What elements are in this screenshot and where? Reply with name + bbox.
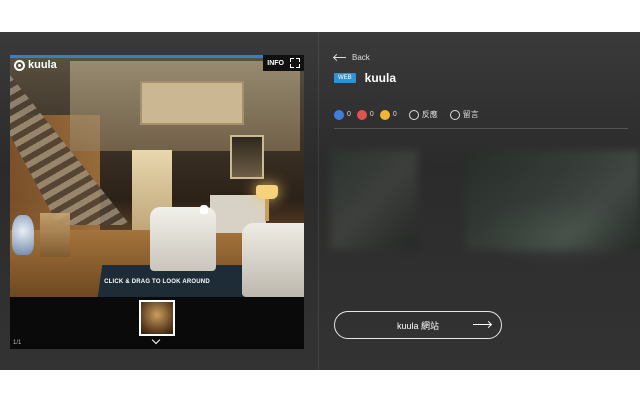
like-reaction[interactable]: 0 xyxy=(334,109,351,120)
divider xyxy=(318,32,319,370)
info-button[interactable]: INFO xyxy=(267,60,284,67)
page-title: kuula xyxy=(364,71,397,85)
background-thumbnail xyxy=(330,150,418,250)
background-thumbnail xyxy=(465,150,640,250)
back-label: Back xyxy=(352,53,370,62)
smile-emoji-icon xyxy=(379,109,390,120)
smiley-icon xyxy=(408,109,419,120)
comment-label: 留言 xyxy=(462,110,479,119)
title-row: WEB kuula xyxy=(334,71,396,85)
thumbs-up-icon xyxy=(334,109,344,120)
logo-text: kuula xyxy=(28,59,57,71)
panorama-viewer[interactable]: CLICK & DRAG TO LOOK AROUND kuula INFO 1… xyxy=(10,55,304,349)
arrow-right-icon xyxy=(473,324,491,325)
web-badge: WEB xyxy=(334,73,356,83)
emoji-reaction[interactable]: 0 xyxy=(379,109,397,120)
reactions-bar: 0 0 0 反應 留言 xyxy=(334,109,479,120)
feedback-button[interactable]: 反應 xyxy=(408,109,438,120)
drag-hand-icon xyxy=(200,205,208,214)
info-controls: INFO xyxy=(263,55,304,71)
kuula-logo[interactable]: kuula xyxy=(14,59,57,71)
scene-armchair xyxy=(150,207,216,271)
comment-button[interactable]: 留言 xyxy=(449,109,479,120)
like-count: 0 xyxy=(347,111,351,118)
scene-thumbnail[interactable] xyxy=(139,300,175,336)
page-count: 1/1 xyxy=(13,340,22,346)
heart-reaction[interactable]: 0 xyxy=(356,109,374,120)
arrow-left-icon xyxy=(334,57,346,58)
drag-hint: CLICK & DRAG TO LOOK AROUND xyxy=(104,279,210,285)
scene-lamp-stem xyxy=(265,199,269,221)
divider-line xyxy=(334,128,628,129)
panorama-image[interactable]: CLICK & DRAG TO LOOK AROUND xyxy=(10,55,304,297)
emoji-count: 0 xyxy=(392,111,397,118)
back-link[interactable]: Back xyxy=(334,53,370,62)
scene-painting xyxy=(230,135,264,179)
kuula-logo-icon xyxy=(14,59,25,71)
thumbnail-strip: 1/1 xyxy=(10,297,304,349)
scene-lamp xyxy=(256,185,278,199)
visit-site-button[interactable]: kuula 網站 xyxy=(334,311,502,339)
site-button-label: kuula 網站 xyxy=(396,320,440,331)
fullscreen-icon[interactable] xyxy=(290,58,300,68)
chevron-down-icon[interactable] xyxy=(151,335,161,345)
heart-icon xyxy=(356,109,367,120)
scene-chair xyxy=(40,213,70,257)
scene-sofa xyxy=(242,223,304,297)
heart-count: 0 xyxy=(369,111,374,118)
scene-vase xyxy=(12,215,34,255)
scene-ceiling-panel xyxy=(140,81,244,125)
comment-icon xyxy=(449,109,460,120)
feedback-label: 反應 xyxy=(421,110,438,119)
viewer-accent-line xyxy=(10,55,304,58)
